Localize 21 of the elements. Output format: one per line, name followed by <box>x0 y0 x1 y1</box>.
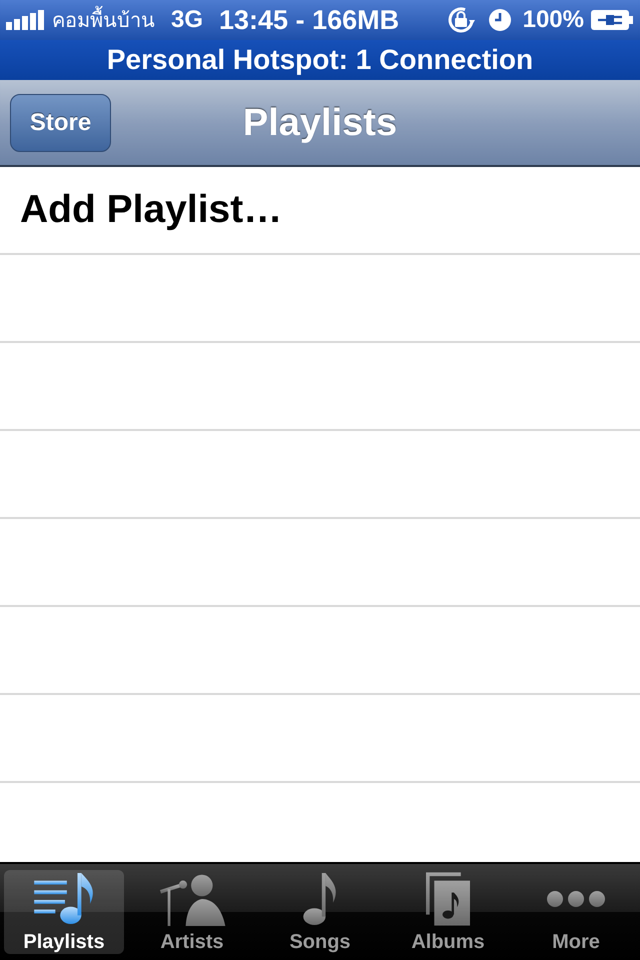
playlist-lines-note-icon <box>34 873 94 925</box>
store-button[interactable]: Store <box>10 94 111 152</box>
tab-button[interactable]: Songs <box>260 870 380 954</box>
carrier-name: คอมพื้นบ้าน <box>52 1 155 39</box>
album-stack-icon <box>426 872 470 926</box>
battery-charging-icon <box>590 9 634 31</box>
signal-bars-icon <box>6 10 46 30</box>
tab-button[interactable]: Albums <box>388 870 508 954</box>
network-type: 3G <box>171 8 204 32</box>
tab-button[interactable]: More <box>516 870 636 954</box>
tab-button[interactable]: Playlists <box>4 870 124 954</box>
add-playlist-row[interactable]: Add Playlist… <box>0 167 640 255</box>
more-dots-icon <box>547 891 605 907</box>
music-note-icon <box>303 873 337 925</box>
hotspot-banner[interactable]: Personal Hotspot: 1 Connection <box>0 40 640 80</box>
battery-percent: 100% <box>522 8 584 32</box>
clock-icon <box>488 9 511 31</box>
page-title: Playlists <box>242 104 398 142</box>
time-and-memory: 13:45 - 166MB <box>219 6 400 34</box>
singer-with-microphone-icon <box>158 872 226 926</box>
tab-button[interactable]: Artists <box>132 870 252 954</box>
